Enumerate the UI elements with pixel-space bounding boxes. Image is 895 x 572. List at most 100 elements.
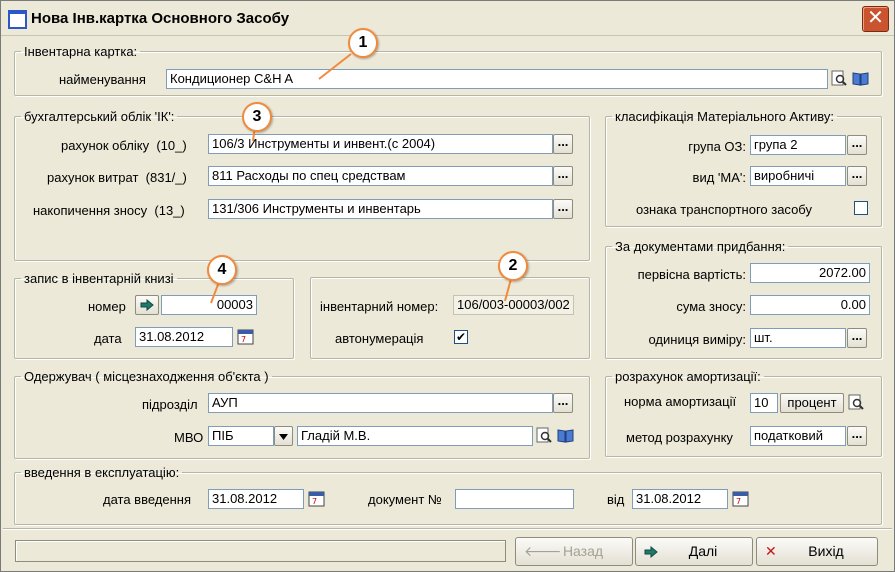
classification-legend: класифікація Матеріального Активу: (615, 109, 835, 124)
initial-cost-field[interactable]: 2072.00 (750, 263, 870, 283)
arrow-right-icon (644, 546, 658, 558)
accounting-legend: бухгалтерський облік 'ІК': (24, 109, 175, 124)
arrow-right-icon (140, 298, 154, 312)
inv-number-label: інвентарний номер: (320, 299, 439, 314)
calendar-icon[interactable]: 7 (732, 490, 749, 507)
search-icon[interactable] (536, 427, 553, 444)
auto-numbering-checkbox[interactable]: ✔ (454, 330, 468, 344)
footer-separator (3, 528, 892, 530)
norm-field[interactable]: 10 (750, 393, 778, 413)
mvo-name-field[interactable]: Гладій М.В. (297, 426, 533, 446)
document-number-label: документ № (368, 492, 442, 507)
percent-button[interactable]: процент (780, 393, 844, 413)
from-date-field[interactable]: 31.08.2012 (632, 489, 728, 509)
arrow-left-icon: 🡐 (524, 543, 562, 559)
type-label: вид 'МА': (692, 170, 746, 185)
inv-number-group (310, 277, 590, 359)
inv-number-field: 106/003-00003/002 (453, 295, 574, 315)
account-label: рахунок обліку (10_) (61, 138, 187, 153)
callout-4: 4 (207, 255, 237, 285)
exit-button[interactable]: ✕ Вихід (756, 537, 878, 566)
department-field[interactable]: АУП (208, 393, 553, 413)
recipient-legend: Одержувач ( місцезнаходження об'єкта ) (24, 369, 269, 384)
expense-code: (831/_) (145, 170, 187, 185)
search-icon[interactable] (848, 394, 865, 411)
search-icon[interactable] (831, 70, 848, 87)
norm-label: норма амортизації (624, 394, 737, 409)
next-label: Далі (688, 543, 718, 559)
register-date-field[interactable]: 31.08.2012 (135, 327, 233, 347)
callout-2: 2 (498, 251, 528, 281)
mvo-type-select[interactable]: ПІБ (208, 426, 274, 446)
type-lookup-button[interactable]: ... (847, 166, 867, 186)
window-title: Нова Інв.картка Основного Засобу (31, 10, 290, 27)
callout-3: 3 (242, 102, 272, 132)
unit-field[interactable]: шт. (750, 328, 846, 348)
exit-label: Вихід (808, 543, 844, 559)
number-field[interactable]: 00003 (161, 295, 257, 315)
account-label-text: рахунок обліку (61, 138, 150, 153)
expense-label-text: рахунок витрат (47, 170, 139, 185)
group-lookup-button[interactable]: ... (847, 135, 867, 155)
next-button[interactable]: Далі (635, 537, 753, 566)
book-icon[interactable] (852, 70, 869, 87)
commissioning-legend: введення в експлуатацію: (24, 465, 180, 480)
number-arrow-button[interactable] (135, 295, 159, 315)
callout-1: 1 (348, 28, 378, 58)
calendar-icon[interactable]: 7 (237, 328, 254, 345)
depreciation-code: (13_) (154, 203, 185, 218)
depreciation-lookup-button[interactable]: ... (553, 199, 573, 219)
group-label: група ОЗ: (688, 139, 746, 154)
status-bar (15, 540, 506, 562)
svg-text:7: 7 (736, 497, 741, 506)
commission-date-label: дата введення (103, 492, 192, 507)
back-button[interactable]: 🡐 Назад (515, 537, 633, 566)
number-label: номер (88, 299, 126, 314)
unit-label: одиниця виміру: (648, 332, 746, 347)
account-field[interactable]: 106/3 Инструменты и инвент.(с 2004) (208, 134, 553, 154)
type-field[interactable]: виробничі (750, 166, 846, 186)
transport-label: ознака транспортного засобу (636, 202, 812, 217)
mvo-label: МВО (174, 430, 204, 445)
department-lookup-button[interactable]: ... (553, 393, 573, 413)
mvo-type-dropdown[interactable] (274, 426, 293, 446)
from-date-label: від (607, 492, 625, 507)
close-button[interactable]: ✕ (862, 6, 889, 32)
amortization-legend: розрахунок амортизації: (615, 369, 761, 384)
wear-sum-label: сума зносу: (676, 299, 746, 314)
svg-text:7: 7 (312, 497, 317, 506)
method-label: метод розрахунку (626, 430, 733, 445)
depreciation-label-text: накопичення зносу (33, 203, 148, 218)
method-lookup-button[interactable]: ... (847, 426, 867, 446)
expense-field[interactable]: 811 Расходы по спец средствам (208, 166, 553, 186)
title-bar: Нова Інв.картка Основного Засобу ✕ (1, 1, 894, 36)
account-code: (10_) (156, 138, 187, 153)
dialog-window: Нова Інв.картка Основного Засобу ✕ Інвен… (0, 0, 895, 572)
depreciation-label: накопичення зносу (13_) (33, 203, 185, 218)
department-label: підрозділ (142, 397, 198, 412)
inventory-card-legend: Інвентарна картка: (24, 44, 138, 59)
name-label: найменування (59, 72, 146, 87)
expense-label: рахунок витрат (831/_) (47, 170, 187, 185)
method-field[interactable]: податковий (750, 426, 846, 446)
initial-cost-label: первісна вартість: (637, 267, 746, 282)
chevron-down-icon (279, 434, 288, 440)
register-legend: запис в інвентарній книзі (24, 271, 174, 286)
transport-checkbox[interactable] (854, 201, 868, 215)
svg-text:7: 7 (241, 335, 246, 344)
calendar-icon[interactable]: 7 (308, 490, 325, 507)
auto-numbering-label: автонумерація (335, 331, 424, 346)
name-field[interactable]: Кондиционер C&H A (166, 69, 828, 89)
expense-lookup-button[interactable]: ... (553, 166, 573, 186)
book-icon[interactable] (557, 427, 574, 444)
wear-sum-field[interactable]: 0.00 (750, 295, 870, 315)
document-number-field[interactable] (455, 489, 574, 509)
close-icon: ✕ (765, 543, 777, 559)
group-field[interactable]: група 2 (750, 135, 846, 155)
account-lookup-button[interactable]: ... (553, 134, 573, 154)
commission-date-field[interactable]: 31.08.2012 (208, 489, 304, 509)
unit-lookup-button[interactable]: ... (847, 328, 867, 348)
date-label: дата (94, 331, 122, 346)
acquisition-legend: За документами придбання: (615, 239, 786, 254)
depreciation-field[interactable]: 131/306 Инструменты и инвентарь (208, 199, 553, 219)
